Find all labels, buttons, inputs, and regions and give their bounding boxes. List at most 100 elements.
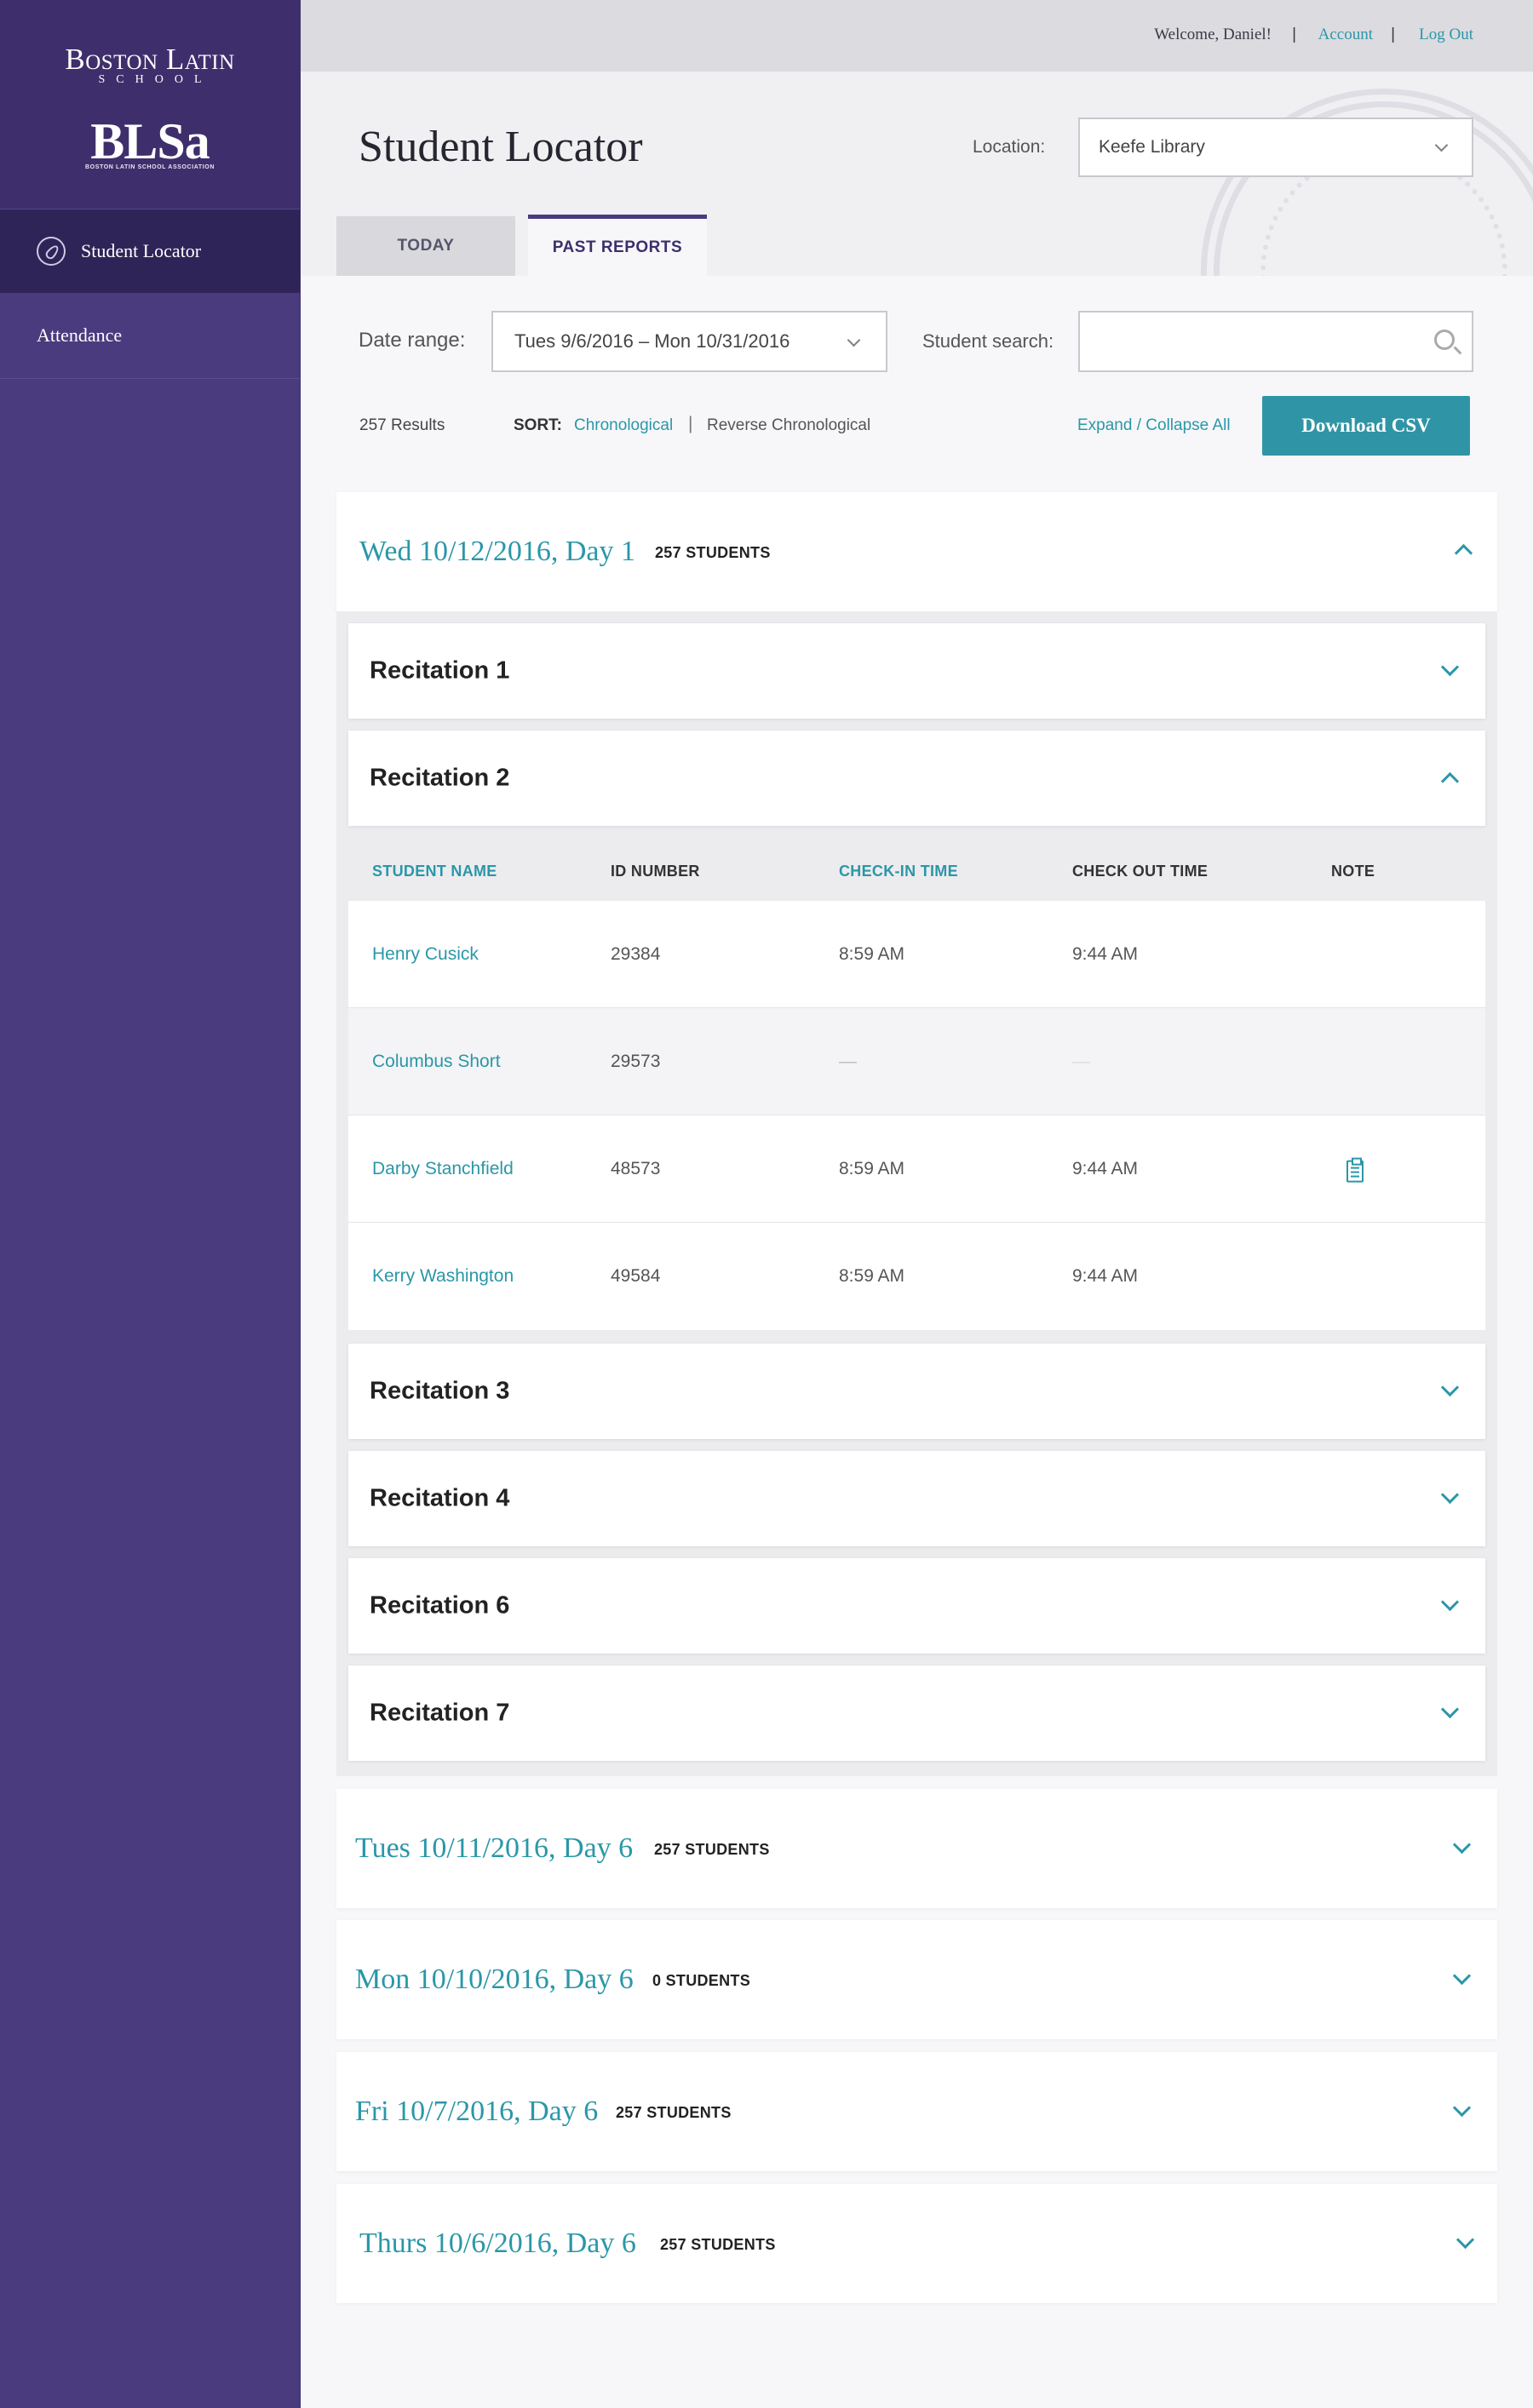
welcome-text: Welcome, Daniel! — [1154, 26, 1272, 43]
chevron-down-icon[interactable] — [1440, 657, 1460, 677]
recitation-2-row[interactable]: Recitation 2 — [348, 731, 1485, 826]
location-value: Keefe Library — [1099, 137, 1205, 157]
location-select[interactable]: Keefe Library — [1078, 118, 1473, 177]
blsa-logo: BLSa — [90, 113, 210, 169]
sidebar-item-student-locator[interactable]: Student Locator — [0, 209, 300, 293]
table-header: STUDENT NAME ID NUMBER CHECK-IN TIME CHE… — [348, 838, 1485, 901]
chevron-down-icon[interactable] — [1455, 2230, 1475, 2250]
chevron-down-icon[interactable] — [1440, 1378, 1460, 1397]
day-title: Tues 10/11/2016, Day 6 — [355, 1832, 634, 1864]
day-student-count: 0 STUDENTS — [652, 1971, 751, 1989]
chevron-up-icon[interactable] — [1454, 543, 1473, 563]
check-in-time-empty: — — [839, 1051, 857, 1071]
top-bar: Welcome, Daniel! | Account | Log Out — [301, 0, 1533, 72]
student-name-link[interactable]: Columbus Short — [372, 1052, 501, 1072]
day-header-tues-10-11[interactable]: Tues 10/11/2016, Day 6 257 STUDENTS — [336, 1789, 1497, 1908]
download-csv-button[interactable]: Download CSV — [1262, 396, 1470, 456]
check-in-time: 8:59 AM — [839, 1158, 905, 1178]
recitation-label: Recitation 7 — [370, 1699, 510, 1727]
column-header-check-in-time[interactable]: CHECK-IN TIME — [839, 863, 958, 880]
day-title: Mon 10/10/2016, Day 6 — [355, 1964, 634, 1995]
check-out-time: 9:44 AM — [1072, 943, 1139, 964]
student-id: 48573 — [611, 1158, 661, 1178]
recitation-label: Recitation 4 — [370, 1484, 510, 1512]
logout-link[interactable]: Log Out — [1419, 26, 1473, 44]
recitation-4-row[interactable]: Recitation 4 — [348, 1451, 1485, 1546]
results-count: 257 Results — [359, 416, 445, 434]
chevron-down-icon[interactable] — [1440, 1485, 1460, 1505]
search-icon[interactable] — [1434, 330, 1455, 350]
sort-label: SORT: — [514, 416, 562, 434]
recitation-6-row[interactable]: Recitation 6 — [348, 1558, 1485, 1654]
recitation-1-row[interactable]: Recitation 1 — [348, 623, 1485, 719]
day-header-thurs-10-6[interactable]: Thurs 10/6/2016, Day 6 257 STUDENTS — [336, 2184, 1497, 2303]
student-name-link[interactable]: Henry Cusick — [372, 944, 479, 965]
blsa-logo-sub: BOSTON LATIN SCHOOL ASSOCIATION — [85, 164, 215, 170]
check-out-time: 9:44 AM — [1072, 1158, 1139, 1178]
clipboard-icon[interactable] — [1346, 1157, 1364, 1183]
student-name-link[interactable]: Kerry Washington — [372, 1266, 514, 1287]
check-in-time: 8:59 AM — [839, 1266, 905, 1286]
sidebar-divider — [0, 378, 300, 379]
recitation-label: Recitation 3 — [370, 1377, 510, 1405]
check-out-time: 9:44 AM — [1072, 1266, 1139, 1286]
tab-past-reports[interactable]: PAST REPORTS — [528, 215, 707, 276]
recitation-label: Recitation 1 — [370, 656, 510, 685]
student-id: 29384 — [611, 943, 661, 964]
recitation-3-row[interactable]: Recitation 3 — [348, 1344, 1485, 1439]
student-id: 49584 — [611, 1266, 661, 1286]
sidebar-item-label: Student Locator — [81, 240, 202, 261]
day-student-count: 257 STUDENTS — [655, 543, 771, 561]
day-header-fri-10-7[interactable]: Fri 10/7/2016, Day 6 257 STUDENTS — [336, 2052, 1497, 2171]
table-row: Darby Stanchfield 48573 8:59 AM 9:44 AM — [348, 1115, 1485, 1223]
column-header-check-out-time[interactable]: CHECK OUT TIME — [1072, 863, 1208, 880]
recitation-7-row[interactable]: Recitation 7 — [348, 1666, 1485, 1761]
topbar-divider: | — [1292, 26, 1296, 43]
day-header-mon-10-10[interactable]: Mon 10/10/2016, Day 6 0 STUDENTS — [336, 1920, 1497, 2039]
table-row: Columbus Short 29573 — — — [348, 1008, 1485, 1115]
day-student-count: 257 STUDENTS — [616, 2103, 732, 2121]
day-title: Fri 10/7/2016, Day 6 — [355, 2096, 599, 2127]
date-range-value: Tues 9/6/2016 – Mon 10/31/2016 — [514, 330, 790, 352]
brand-name: Boston Latin — [65, 43, 235, 76]
table-row: Kerry Washington 49584 8:59 AM 9:44 AM — [348, 1223, 1485, 1330]
check-in-time: 8:59 AM — [839, 943, 905, 964]
topbar-divider: | — [1391, 26, 1395, 43]
day-title: Thurs 10/6/2016, Day 6 — [359, 2227, 636, 2259]
chevron-down-icon — [847, 333, 861, 347]
chevron-down-icon[interactable] — [1440, 1592, 1460, 1612]
recitation-label: Recitation 2 — [370, 764, 510, 792]
location-label: Location: — [973, 137, 1046, 157]
expand-collapse-all-link[interactable]: Expand / Collapse All — [1077, 416, 1231, 435]
day-header-wed-10-12[interactable]: Wed 10/12/2016, Day 1 257 STUDENTS — [336, 492, 1497, 611]
student-id: 29573 — [611, 1051, 661, 1071]
chevron-down-icon[interactable] — [1452, 2098, 1472, 2118]
account-link[interactable]: Account — [1318, 26, 1373, 44]
chevron-up-icon[interactable] — [1440, 771, 1460, 791]
table-row: Henry Cusick 29384 8:59 AM 9:44 AM — [348, 901, 1485, 1008]
tab-today[interactable]: TODAY — [336, 216, 515, 276]
column-header-note: NOTE — [1331, 863, 1375, 880]
chevron-down-icon[interactable] — [1452, 1966, 1472, 1986]
column-header-student-name[interactable]: STUDENT NAME — [372, 863, 497, 880]
brand-sub: SCHOOL — [98, 73, 213, 86]
page-title: Student Locator — [359, 123, 643, 171]
student-name-link[interactable]: Darby Stanchfield — [372, 1159, 514, 1179]
recitation-label: Recitation 6 — [370, 1591, 510, 1620]
date-range-select[interactable]: Tues 9/6/2016 – Mon 10/31/2016 — [491, 311, 887, 372]
day-student-count: 257 STUDENTS — [654, 1840, 770, 1858]
date-range-label: Date range: — [359, 329, 466, 352]
sidebar-item-attendance[interactable]: Attendance — [0, 293, 300, 378]
sort-reverse-chronological[interactable]: Reverse Chronological — [707, 416, 870, 435]
column-header-id-number[interactable]: ID NUMBER — [611, 863, 700, 880]
chevron-down-icon[interactable] — [1440, 1700, 1460, 1719]
sidebar: Boston Latin SCHOOL BLSa BOSTON LATIN SC… — [0, 0, 301, 2408]
sidebar-item-label: Attendance — [37, 324, 123, 346]
student-search-label: Student search: — [922, 330, 1054, 352]
student-search-input[interactable] — [1078, 311, 1473, 372]
compass-icon — [37, 237, 66, 266]
chevron-down-icon[interactable] — [1452, 1835, 1472, 1855]
day-student-count: 257 STUDENTS — [660, 2235, 776, 2253]
sort-chronological[interactable]: Chronological — [574, 416, 673, 435]
day-title: Wed 10/12/2016, Day 1 — [359, 536, 635, 567]
